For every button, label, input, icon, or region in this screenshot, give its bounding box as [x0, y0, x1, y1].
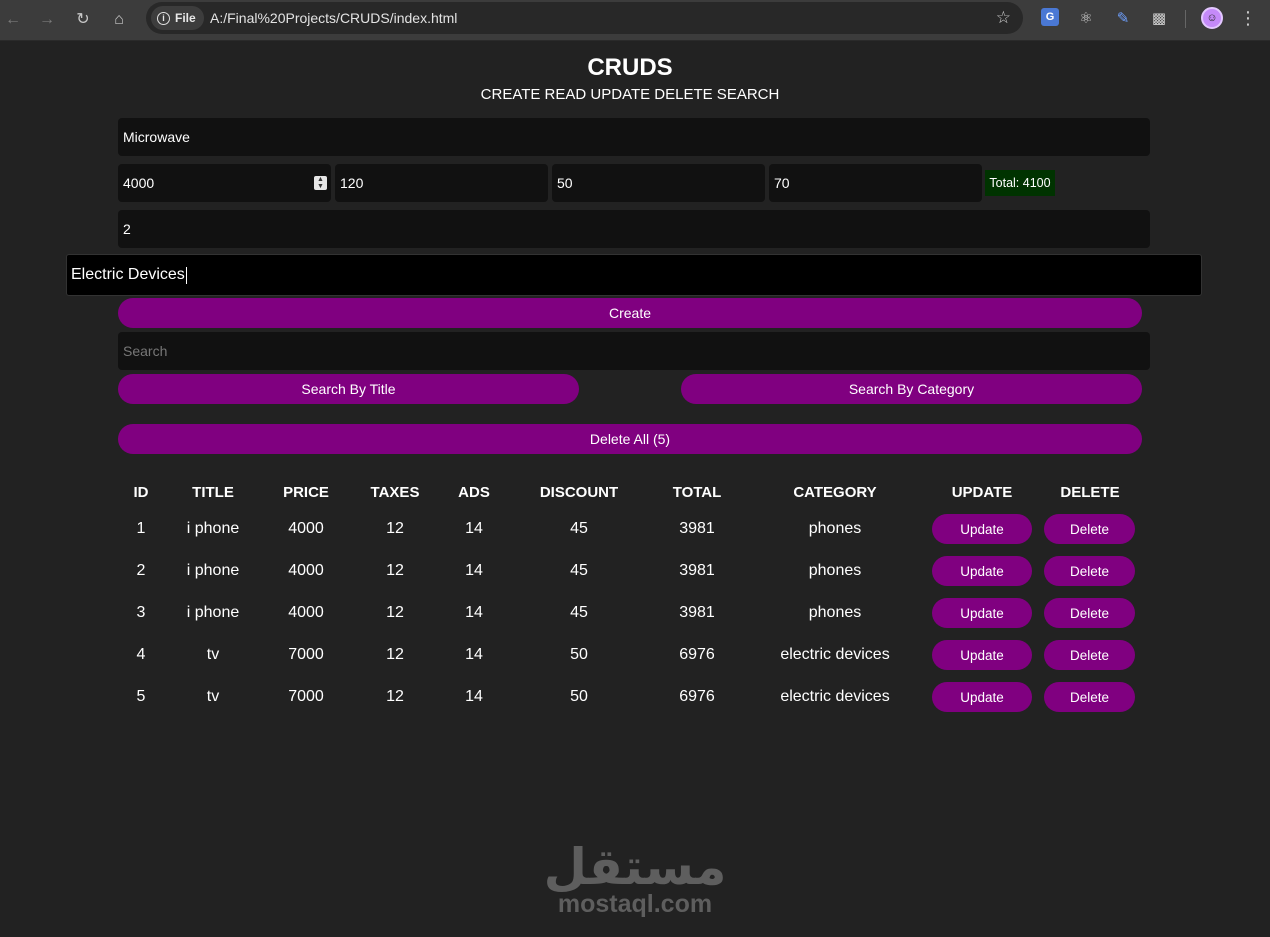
cell-ads: 14 [465, 604, 483, 621]
title-input[interactable]: Microwave [118, 118, 1150, 156]
cell-id: 1 [136, 520, 146, 537]
header-update: UPDATE [951, 484, 1013, 501]
cell-title: tv [206, 688, 220, 705]
toolbar-divider [1185, 10, 1186, 28]
cell-price: 7000 [288, 688, 324, 705]
cell-title: i phone [186, 562, 240, 579]
info-icon: i [157, 11, 170, 25]
text-caret [185, 266, 187, 284]
watermark-arabic: مستقل [543, 838, 727, 896]
search-input[interactable]: Search [118, 332, 1150, 370]
cell-taxes: 12 [386, 562, 404, 579]
taxes-input[interactable]: 120 [335, 164, 548, 202]
cell-category: electric devices [780, 646, 890, 663]
header-discount: DISCOUNT [539, 484, 619, 501]
delete-button[interactable]: Delete [1044, 598, 1135, 628]
cell-title: tv [206, 646, 220, 663]
delete-all-button[interactable]: Delete All (5) [118, 424, 1142, 454]
google-translate-icon[interactable]: G [1041, 8, 1059, 26]
bookmark-star-icon[interactable]: ☆ [996, 8, 1011, 28]
cell-discount: 45 [570, 562, 588, 579]
cell-ads: 14 [465, 688, 483, 705]
delete-button[interactable]: Delete [1044, 682, 1135, 712]
header-taxes: TAXES [370, 484, 420, 501]
cell-discount: 50 [570, 646, 588, 663]
ads-input[interactable]: 50 [552, 164, 765, 202]
discount-input[interactable]: 70 [769, 164, 982, 202]
cell-title: i phone [186, 604, 240, 621]
update-button[interactable]: Update [932, 682, 1032, 712]
cell-id: 3 [136, 604, 146, 621]
header-ads: ADS [458, 484, 490, 501]
cell-total: 3981 [679, 562, 715, 579]
cell-discount: 45 [570, 604, 588, 621]
cell-total: 6976 [679, 688, 715, 705]
site-info-chip[interactable]: i File [151, 6, 204, 30]
update-button[interactable]: Update [932, 640, 1032, 670]
cell-category: electric devices [780, 688, 890, 705]
count-input[interactable]: 2 [118, 210, 1150, 248]
cell-category: phones [808, 562, 862, 579]
category-value: Electric Devices [71, 266, 185, 283]
header-category: CATEGORY [793, 484, 877, 501]
url-text[interactable]: A:/Final%20Projects/CRUDS/index.html [210, 2, 457, 34]
address-bar[interactable]: i File A:/Final%20Projects/CRUDS/index.h… [146, 2, 1023, 34]
price-value: 4000 [123, 175, 155, 191]
cell-category: phones [808, 520, 862, 537]
cell-id: 4 [136, 646, 146, 663]
cell-price: 7000 [288, 646, 324, 663]
cell-taxes: 12 [386, 688, 404, 705]
delete-button[interactable]: Delete [1044, 514, 1135, 544]
back-arrow-icon[interactable]: ← [0, 7, 26, 33]
cell-discount: 45 [570, 520, 588, 537]
search-by-title-button[interactable]: Search By Title [118, 374, 579, 404]
cell-discount: 50 [570, 688, 588, 705]
watermark-latin: mostaql.com [557, 890, 713, 918]
update-button[interactable]: Update [932, 598, 1032, 628]
cell-price: 4000 [288, 520, 324, 537]
header-price: PRICE [283, 484, 329, 501]
cell-price: 4000 [288, 562, 324, 579]
react-devtools-icon[interactable]: ⚛ [1076, 8, 1096, 28]
create-button[interactable]: Create [118, 298, 1142, 328]
profile-avatar-icon[interactable]: ☺ [1201, 7, 1223, 29]
cell-taxes: 12 [386, 520, 404, 537]
search-by-category-button[interactable]: Search By Category [681, 374, 1142, 404]
extensions-puzzle-icon[interactable]: ▩ [1149, 8, 1169, 28]
price-input[interactable]: 4000 ▲ ▼ [118, 164, 331, 202]
cell-total: 6976 [679, 646, 715, 663]
number-spinner-icon[interactable]: ▲ ▼ [314, 176, 327, 190]
update-button[interactable]: Update [932, 556, 1032, 586]
home-icon[interactable]: ⌂ [106, 7, 132, 33]
forward-arrow-icon[interactable]: → [34, 7, 60, 33]
header-id: ID [133, 484, 149, 501]
update-button[interactable]: Update [932, 514, 1032, 544]
cell-ads: 14 [465, 562, 483, 579]
cell-ads: 14 [465, 520, 483, 537]
site-chip-label: File [175, 11, 196, 25]
cell-category: phones [808, 604, 862, 621]
cell-total: 3981 [679, 604, 715, 621]
browser-toolbar: ← → ↻ ⌂ i File A:/Final%20Projects/CRUDS… [0, 0, 1270, 41]
cell-title: i phone [186, 520, 240, 537]
cell-total: 3981 [679, 520, 715, 537]
cell-ads: 14 [465, 646, 483, 663]
extension-pen-icon[interactable]: ✎ [1113, 8, 1133, 28]
delete-button[interactable]: Delete [1044, 556, 1135, 586]
cell-price: 4000 [288, 604, 324, 621]
page-subtitle: CREATE READ UPDATE DELETE SEARCH [480, 86, 780, 103]
total-badge: Total: 4100 [985, 170, 1055, 196]
cell-id: 2 [136, 562, 146, 579]
header-delete: DELETE [1060, 484, 1120, 501]
cell-taxes: 12 [386, 646, 404, 663]
header-total: TOTAL [672, 484, 722, 501]
cell-taxes: 12 [386, 604, 404, 621]
delete-button[interactable]: Delete [1044, 640, 1135, 670]
header-title: TITLE [192, 484, 234, 501]
reload-icon[interactable]: ↻ [70, 7, 96, 33]
page-title: CRUDS [587, 54, 673, 81]
category-input[interactable]: Electric Devices [66, 254, 1202, 296]
menu-kebab-icon[interactable]: ⋮ [1238, 8, 1258, 28]
cell-id: 5 [136, 688, 146, 705]
